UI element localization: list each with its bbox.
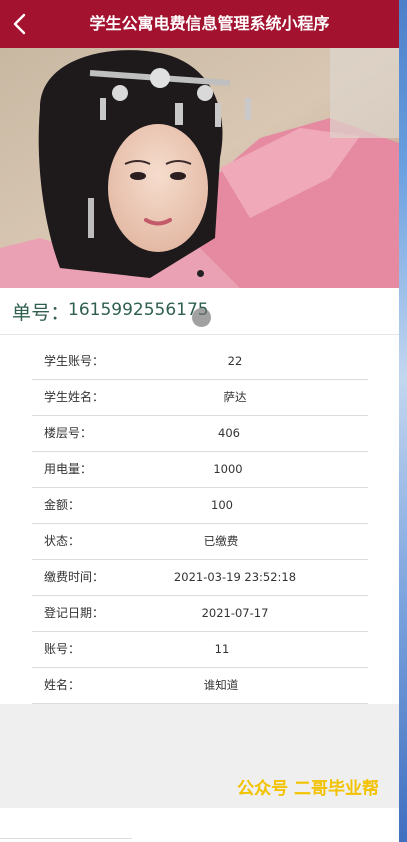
detail-value: 2021-07-17 [201,606,269,620]
detail-label: 楼层号： [44,426,93,440]
detail-label: 登记日期： [44,606,105,620]
detail-value: 1000 [213,462,243,476]
detail-label: 金额： [44,498,81,512]
detail-row-student-name: 学生姓名： 萨达 [32,380,368,416]
detail-value: 2021-03-19 23:52:18 [173,570,297,584]
banner-image[interactable] [0,48,399,288]
touch-cursor-indicator [192,308,211,327]
detail-label: 账号： [44,642,81,656]
detail-label: 学生账号： [44,354,105,368]
detail-row-amount: 金额： 100 [32,488,368,524]
detail-row-register-date: 登记日期： 2021-07-17 [32,596,368,632]
phone-screen: 学生公寓电费信息管理系统小程序 单号： 1615992556175 学生账号： … [0,0,399,842]
detail-row-status: 状态： 已缴费 [32,524,368,560]
page-title: 学生公寓电费信息管理系统小程序 [89,14,330,33]
detail-row-floor-number: 楼层号： 406 [32,416,368,452]
detail-value: 406 [218,426,240,440]
navigation-bar: 学生公寓电费信息管理系统小程序 [0,0,399,48]
detail-value: 100 [211,498,233,512]
detail-value: 11 [214,642,230,656]
detail-value: 谁知道 [203,678,239,692]
detail-row-student-account: 学生账号： 22 [32,344,368,380]
divider [0,838,132,839]
watermark-text: 公众号 二哥毕业帮 [237,779,379,799]
detail-list: 学生账号： 22 学生姓名： 萨达 楼层号： 406 用电量： 1000 金额：… [32,344,368,704]
detail-label: 用电量： [44,462,93,476]
order-number-label: 单号： [12,302,70,324]
carousel-indicator-dot[interactable] [197,270,204,277]
window-edge-strip [399,0,407,842]
detail-value: 萨达 [223,390,247,404]
detail-row-name: 姓名： 谁知道 [32,668,368,704]
detail-label: 姓名： [44,678,81,692]
detail-row-account: 账号： 11 [32,632,368,668]
footer-area: 公众号 二哥毕业帮 [0,704,399,808]
chevron-left-icon[interactable] [10,12,30,36]
detail-value: 已缴费 [203,534,239,548]
detail-row-payment-time: 缴费时间： 2021-03-19 23:52:18 [32,560,368,596]
detail-label: 学生姓名： [44,390,105,404]
order-number-value: 1615992556175 [68,300,209,320]
detail-row-electricity-usage: 用电量： 1000 [32,452,368,488]
detail-value: 22 [227,354,243,368]
detail-label: 缴费时间： [44,570,105,584]
detail-label: 状态： [44,534,81,548]
